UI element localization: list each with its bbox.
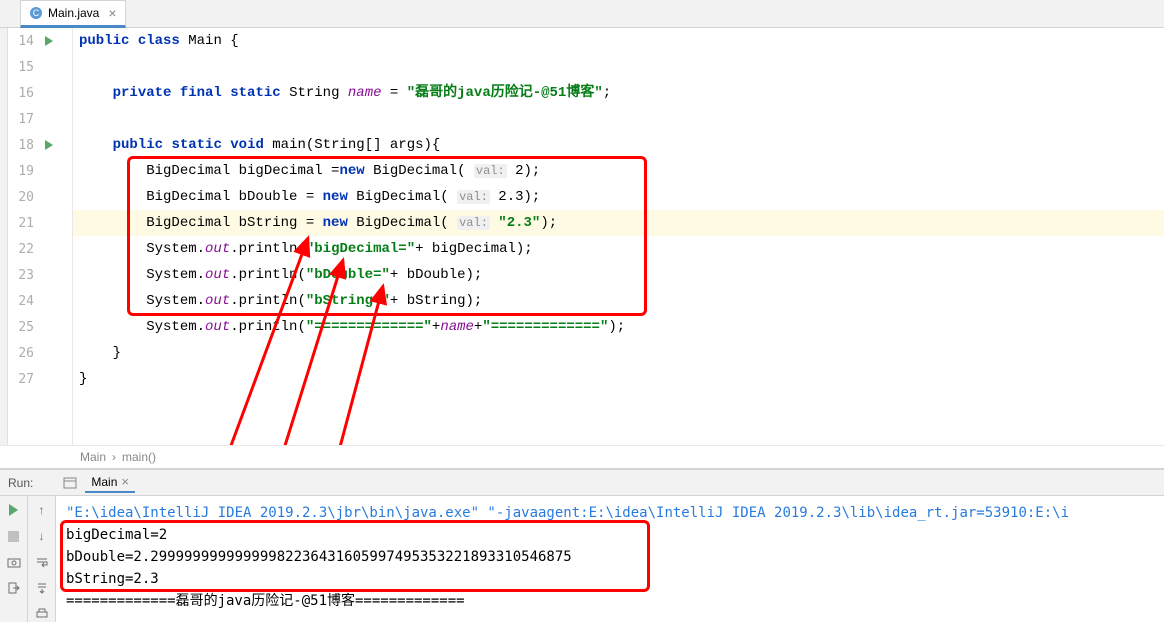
breadcrumb-item[interactable]: Main: [80, 450, 106, 464]
up-icon[interactable]: ↑: [34, 502, 50, 518]
code-line: }: [73, 340, 1164, 366]
line-number: 14: [8, 34, 40, 49]
tab-title: Main.java: [48, 6, 99, 20]
console-output[interactable]: "E:\idea\IntelliJ IDEA 2019.2.3\jbr\bin\…: [56, 496, 1164, 622]
code-line: public class Main {: [73, 28, 1164, 54]
code-line: System.out.println("bDouble="+ bDouble);: [73, 262, 1164, 288]
run-tab[interactable]: Main ×: [85, 472, 135, 493]
code-line: System.out.println("============="+name+…: [73, 314, 1164, 340]
line-number: 19: [8, 164, 40, 179]
svg-text:C: C: [33, 8, 40, 18]
run-panel-header: Run: Main ×: [0, 470, 1164, 496]
print-icon[interactable]: [34, 606, 50, 622]
down-icon[interactable]: ↓: [34, 528, 50, 544]
code-editor[interactable]: public class Main { private final static…: [73, 28, 1164, 445]
run-toolbar-left: [0, 496, 28, 622]
line-number: 26: [8, 346, 40, 361]
code-line: System.out.println("bString="+ bString);: [73, 288, 1164, 314]
gutter: 14 15 16 17 18 19 20 21 22 23 24 25 26 2…: [8, 28, 73, 445]
editor-tab-bar: C Main.java ×: [0, 0, 1164, 28]
scroll-to-end-icon[interactable]: [34, 580, 50, 596]
left-margin: [0, 28, 8, 445]
line-number: 25: [8, 320, 40, 335]
line-number: 20: [8, 190, 40, 205]
exit-icon[interactable]: [6, 580, 22, 596]
stop-icon[interactable]: [6, 528, 22, 544]
line-number: 21: [8, 216, 40, 231]
run-tab-close-icon[interactable]: ×: [121, 474, 129, 489]
line-number: 15: [8, 60, 40, 75]
line-number: 16: [8, 86, 40, 101]
run-gutter-icon[interactable]: [40, 36, 58, 46]
breadcrumb-separator: ›: [112, 450, 116, 464]
console-line: =============磊哥的java历险记-@51博客===========…: [66, 590, 1154, 612]
run-gutter-icon[interactable]: [40, 140, 58, 150]
run-toolbar-mid: ↑ ↓: [28, 496, 56, 622]
line-number: 22: [8, 242, 40, 257]
console-line: bString=2.3: [66, 568, 1154, 590]
rerun-icon[interactable]: [6, 502, 22, 518]
editor-area: 14 15 16 17 18 19 20 21 22 23 24 25 26 2…: [0, 28, 1164, 445]
console-line: bDouble=2.299999999999999822364316059974…: [66, 546, 1154, 568]
breadcrumb-item[interactable]: main(): [122, 450, 156, 464]
code-line: [73, 106, 1164, 132]
camera-icon[interactable]: [6, 554, 22, 570]
code-line: }: [73, 366, 1164, 392]
line-number: 27: [8, 372, 40, 387]
code-line: private final static String name = "磊哥的j…: [73, 80, 1164, 106]
code-line: [73, 54, 1164, 80]
code-line: BigDecimal bDouble = new BigDecimal( val…: [73, 184, 1164, 210]
run-panel: Run: Main × ↑ ↓: [0, 469, 1164, 622]
line-number: 18: [8, 138, 40, 153]
run-label: Run:: [8, 476, 33, 490]
line-number: 17: [8, 112, 40, 127]
line-number: 23: [8, 268, 40, 283]
java-class-icon: C: [29, 6, 43, 20]
soft-wrap-icon[interactable]: [34, 554, 50, 570]
line-number: 24: [8, 294, 40, 309]
code-line-current: BigDecimal bString = new BigDecimal( val…: [73, 210, 1164, 236]
run-config-icon: [63, 476, 77, 490]
console-line: bigDecimal=2: [66, 524, 1154, 546]
code-line: public static void main(String[] args){: [73, 132, 1164, 158]
code-line: BigDecimal bigDecimal =new BigDecimal( v…: [73, 158, 1164, 184]
console-command: "E:\idea\IntelliJ IDEA 2019.2.3\jbr\bin\…: [66, 502, 1154, 524]
file-tab-main-java[interactable]: C Main.java ×: [20, 0, 126, 28]
tab-close-icon[interactable]: ×: [108, 5, 116, 21]
code-line: System.out.println("bigDecimal="+ bigDec…: [73, 236, 1164, 262]
run-tab-name: Main: [91, 475, 117, 489]
breadcrumb: Main › main(): [0, 445, 1164, 469]
